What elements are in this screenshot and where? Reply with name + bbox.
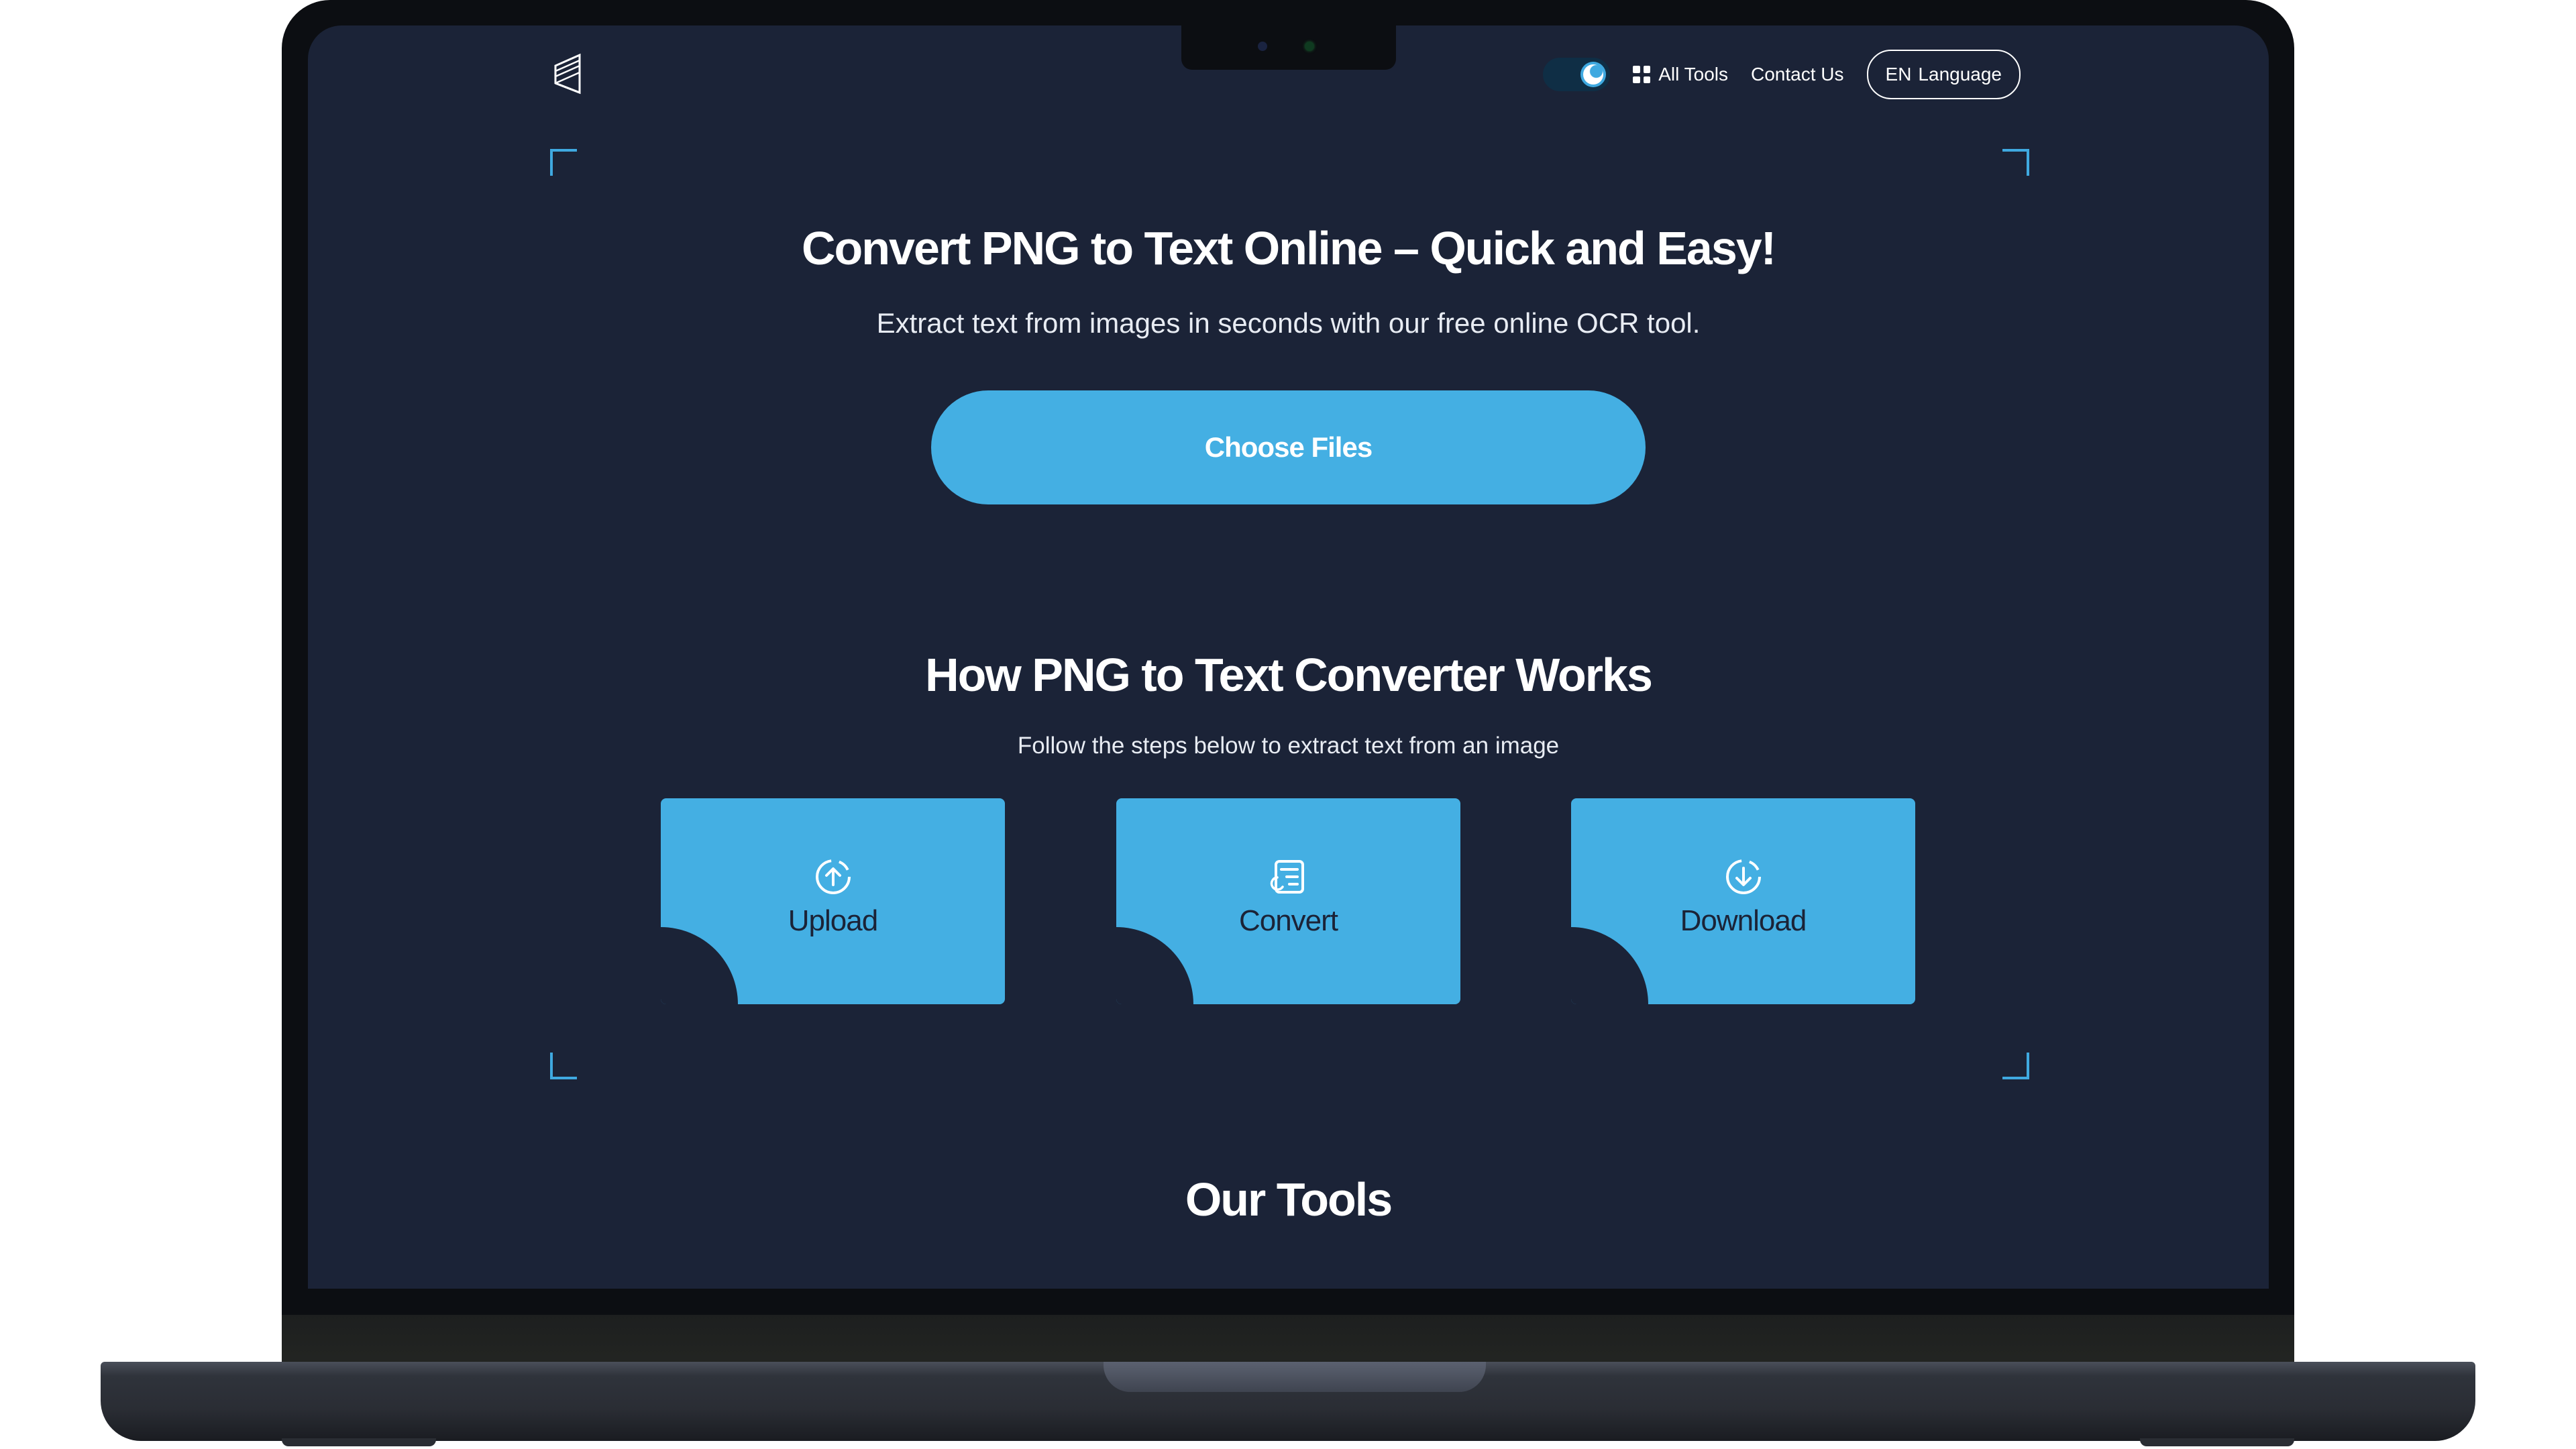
grid-icon (1633, 66, 1651, 83)
how-it-works-subtitle: Follow the steps below to extract text f… (1017, 733, 1560, 759)
choose-files-button[interactable]: Choose Files (931, 390, 1646, 504)
choose-files-label: Choose Files (1204, 431, 1373, 463)
convert-icon (1270, 860, 1304, 894)
nav-contact-label: Contact Us (1751, 64, 1844, 85)
laptop-foot-right (2140, 1438, 2294, 1446)
camera-lens (1258, 42, 1267, 51)
step-card-download: Download (1571, 798, 1915, 1004)
hero-subtitle: Extract text from images in seconds with… (876, 307, 1701, 339)
laptop-bezel (282, 1315, 2294, 1365)
step-label: Upload (788, 904, 878, 937)
logo-icon (554, 53, 581, 95)
site-logo[interactable] (553, 51, 585, 99)
camera-notch (1181, 25, 1396, 70)
step-label: Download (1680, 904, 1807, 937)
how-it-works-title: How PNG to Text Converter Works (925, 649, 1653, 701)
language-code: EN (1885, 64, 1912, 85)
step-card-convert: Convert (1116, 798, 1460, 1004)
nav-all-tools[interactable]: All Tools (1633, 64, 1728, 85)
corner-bracket-bottom-left (550, 1053, 577, 1079)
step-label: Convert (1238, 904, 1338, 937)
corner-bracket-top-right (2002, 149, 2029, 176)
top-nav: All Tools Contact Us EN Language (1543, 50, 2021, 99)
language-label: Language (1918, 64, 2002, 85)
nav-contact-us[interactable]: Contact Us (1751, 64, 1844, 85)
corner-bracket-bottom-right (2002, 1053, 2029, 1079)
download-icon (1726, 859, 1761, 894)
our-tools-title: Our Tools (1185, 1173, 1393, 1226)
nav-all-tools-label: All Tools (1658, 64, 1729, 85)
upload-icon (816, 859, 851, 894)
theme-toggle[interactable] (1543, 58, 1611, 91)
language-selector[interactable]: EN Language (1866, 50, 2021, 99)
moon-icon (1580, 62, 1607, 87)
laptop-foot-left (282, 1438, 436, 1446)
screen: All Tools Contact Us EN Language Convert… (308, 25, 2269, 1289)
camera-indicator-light (1305, 42, 1314, 51)
step-card-upload: Upload (661, 798, 1005, 1004)
laptop-hinge-notch (1104, 1362, 1486, 1392)
hero-title: Convert PNG to Text Online – Quick and E… (801, 222, 1776, 274)
corner-bracket-top-left (550, 149, 577, 176)
